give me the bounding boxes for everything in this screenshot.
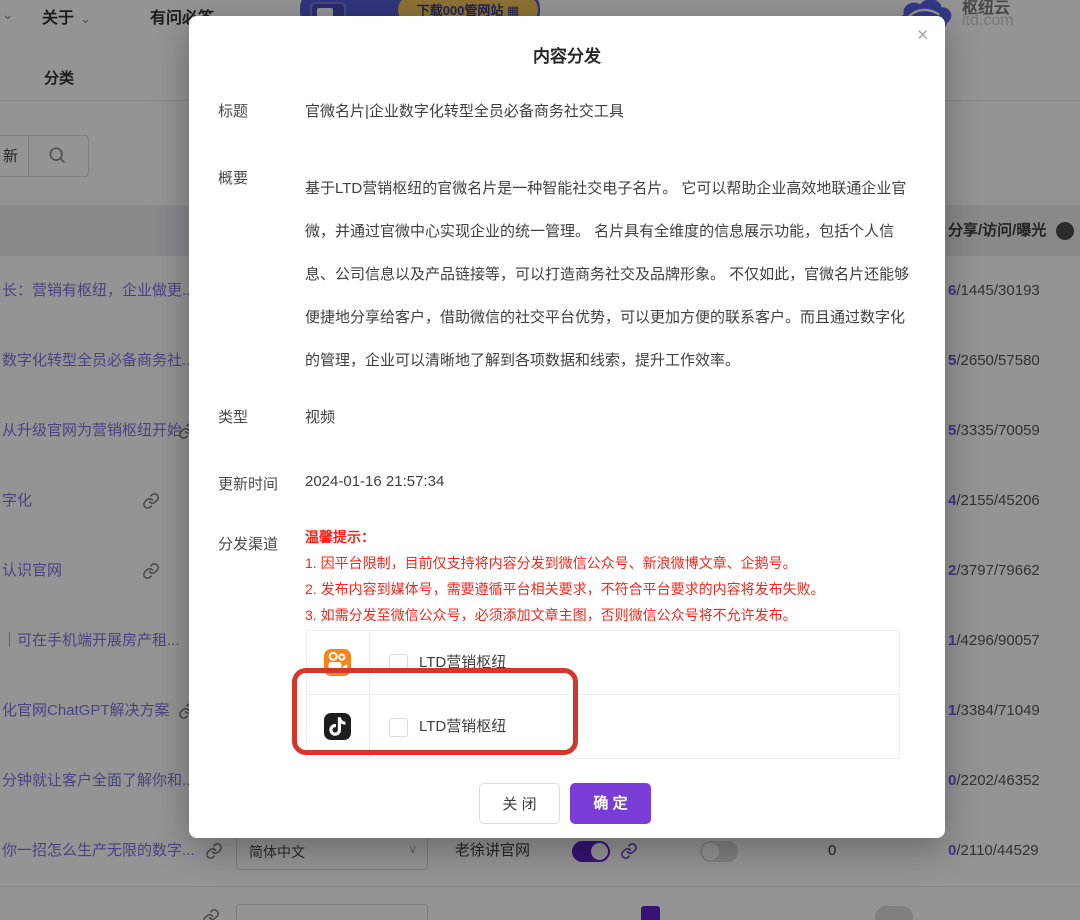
channel-row-douyin[interactable]: LTD营销枢纽	[307, 695, 899, 758]
field-value-summary: 基于LTD营销枢纽的官微名片是一种智能社交电子名片。 它可以帮助企业高效地联通企…	[305, 180, 910, 369]
field-label-type: 类型	[218, 409, 249, 426]
field-label-summary: 概要	[218, 170, 249, 187]
app-window: ⌄ 关于⌄ 有问必答⌄ 下载000管网站 ▦ 枢纽云 ltd.com 分类 新 …	[0, 0, 1080, 920]
channel-checkbox[interactable]	[389, 654, 408, 673]
channel-account-label: LTD营销枢纽	[419, 654, 507, 671]
channel-icon-cell	[307, 631, 370, 694]
modal-title: 内容分发	[533, 47, 601, 66]
warm-tips-title: 温馨提示：	[305, 529, 375, 545]
warm-tips-line: 3. 如需分发至微信公众号，必须添加文章主图，否则微信公众号将不允许发布。	[305, 607, 797, 623]
channel-row-kuaishou[interactable]: LTD营销枢纽	[307, 631, 899, 695]
warm-tips-line: 2. 发布内容到媒体号，需要遵循平台相关要求，不符合平台要求的内容将发布失败。	[305, 581, 825, 597]
field-label-title: 标题	[218, 103, 249, 120]
field-value-title: 官微名片|企业数字化转型全员必备商务社交工具	[305, 103, 624, 120]
warm-tips-line: 1. 因平台限制，目前仅支持将内容分发到微信公众号、新浪微博文章、企鹅号。	[305, 555, 797, 571]
douyin-icon	[324, 713, 351, 740]
field-label-updated: 更新时间	[218, 476, 279, 493]
field-label-channel: 分发渠道	[218, 536, 279, 553]
channel-icon-cell	[307, 695, 370, 758]
channel-list: LTD营销枢纽 LTD营销枢纽	[306, 630, 900, 759]
confirm-button[interactable]: 确 定	[570, 783, 651, 824]
field-value-updated: 2024-01-16 21:57:34	[305, 473, 445, 490]
content-distribution-modal: ✕ 内容分发 标题 官微名片|企业数字化转型全员必备商务社交工具 概要 基于LT…	[189, 16, 945, 838]
channel-account-label: LTD营销枢纽	[419, 718, 507, 735]
close-button[interactable]: 关 闭	[479, 783, 560, 824]
channel-checkbox[interactable]	[389, 718, 408, 737]
field-value-type: 视频	[305, 409, 336, 426]
kuaishou-icon	[324, 649, 351, 676]
warm-tips: 温馨提示： 1. 因平台限制，目前仅支持将内容分发到微信公众号、新浪微博文章、企…	[305, 524, 825, 628]
